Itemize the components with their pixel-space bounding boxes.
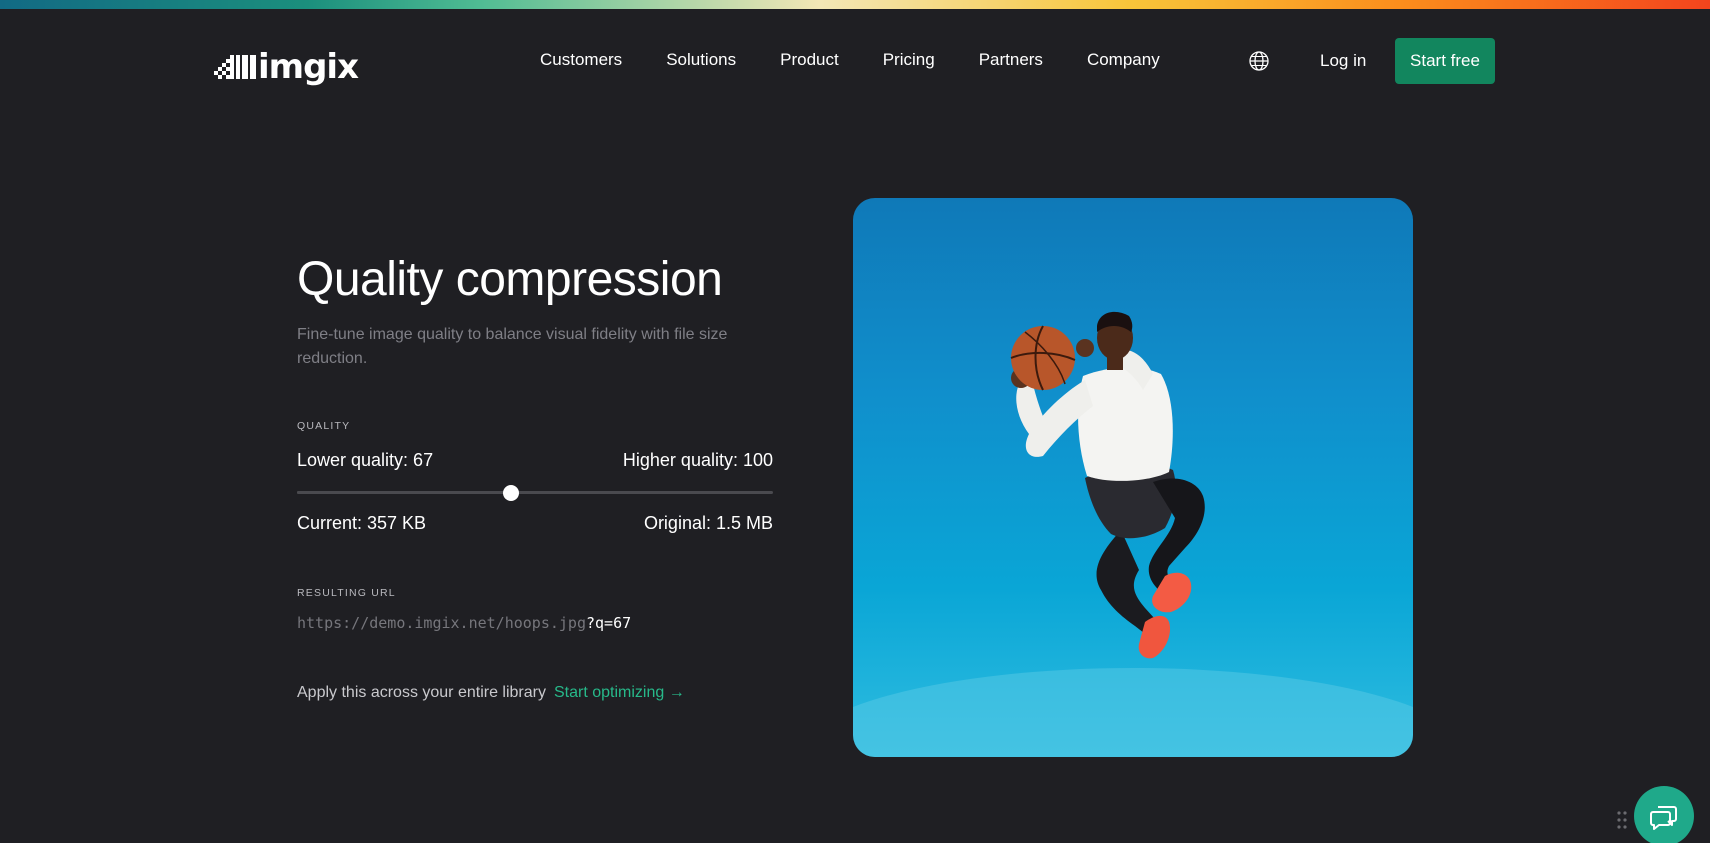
imgix-logo[interactable]: imgix bbox=[214, 47, 359, 87]
drag-handle-icon[interactable] bbox=[1616, 810, 1628, 830]
resulting-url[interactable]: https://demo.imgix.net/hoops.jpg?q=67 bbox=[297, 614, 631, 632]
quality-slider[interactable] bbox=[297, 483, 773, 503]
start-optimizing-link[interactable]: Start optimizing → bbox=[554, 684, 685, 702]
nav-company[interactable]: Company bbox=[1087, 50, 1160, 70]
nav-pricing[interactable]: Pricing bbox=[883, 50, 935, 70]
resulting-url-label: RESULTING URL bbox=[297, 587, 396, 599]
lower-quality-label: Lower quality: 67 bbox=[297, 450, 434, 470]
current-size-label: Current: 357 KB bbox=[297, 513, 427, 533]
logo-mark-icon bbox=[214, 55, 256, 79]
start-free-button[interactable]: Start free bbox=[1395, 38, 1495, 84]
nav-product[interactable]: Product bbox=[780, 50, 839, 70]
logo-text: imgix bbox=[258, 47, 359, 87]
slider-fill bbox=[297, 491, 512, 494]
nav-solutions[interactable]: Solutions bbox=[666, 50, 736, 70]
chat-icon bbox=[1650, 806, 1677, 830]
page-subtitle: Fine-tune image quality to balance visua… bbox=[297, 326, 728, 367]
apply-row: Apply this across your entire library St… bbox=[297, 684, 685, 702]
page-title: Quality compression bbox=[297, 253, 723, 306]
chat-button[interactable] bbox=[1634, 786, 1694, 843]
basketball-player-illustration bbox=[853, 311, 1413, 757]
login-link[interactable]: Log in bbox=[1320, 51, 1366, 71]
slider-thumb[interactable] bbox=[503, 485, 520, 501]
original-size-label: Original: 1.5 MB bbox=[643, 513, 773, 533]
hero-image-basketball-player bbox=[853, 198, 1413, 757]
nav-partners[interactable]: Partners bbox=[979, 50, 1043, 70]
url-param: ?q=67 bbox=[585, 614, 632, 632]
apply-text: Apply this across your entire library bbox=[297, 684, 546, 701]
nav-customers[interactable]: Customers bbox=[540, 50, 622, 70]
quality-section-label: QUALITY bbox=[297, 420, 351, 432]
site-header: imgix Customers Solutions Product Pricin… bbox=[0, 9, 1710, 113]
globe-icon[interactable] bbox=[1248, 50, 1270, 72]
top-gradient-bar bbox=[0, 0, 1710, 9]
main-nav: Customers Solutions Product Pricing Part… bbox=[540, 50, 1204, 70]
higher-quality-label: Higher quality: 100 bbox=[622, 450, 773, 470]
url-base: https://demo.imgix.net/hoops.jpg bbox=[297, 614, 586, 632]
